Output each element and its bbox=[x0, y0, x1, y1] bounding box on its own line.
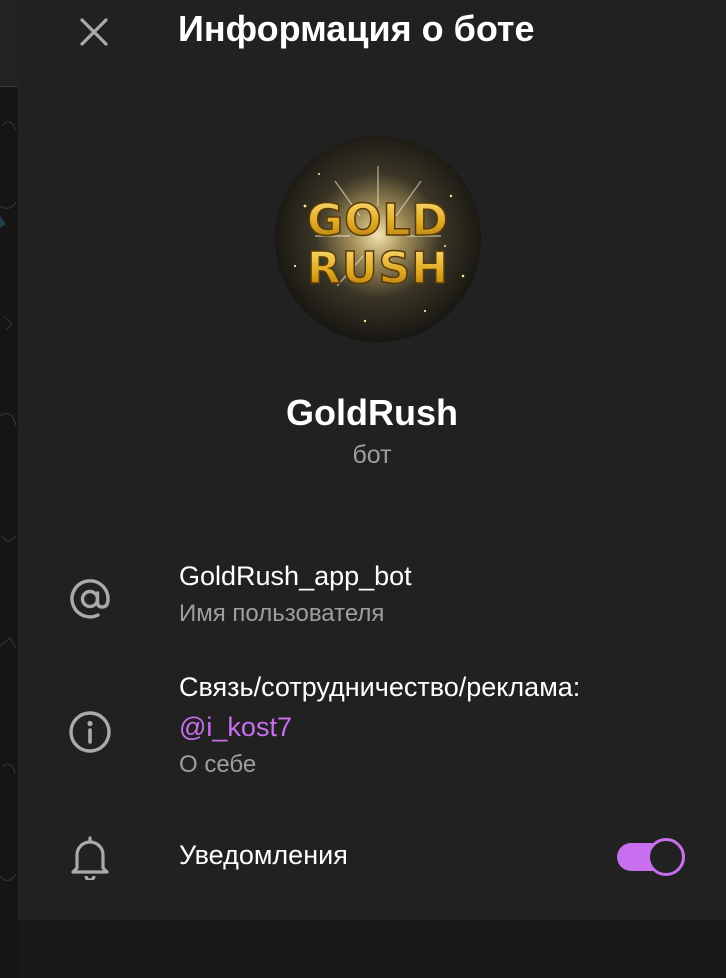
panel-footer bbox=[18, 920, 726, 978]
notifications-row[interactable]: Уведомления bbox=[179, 840, 348, 871]
about-label: О себе bbox=[179, 751, 257, 779]
at-icon bbox=[70, 579, 110, 619]
notifications-toggle[interactable] bbox=[617, 838, 687, 876]
bot-info-panel: Информация о боте GOLD RUSH GoldRush бот… bbox=[18, 0, 726, 920]
bot-name: GoldRush bbox=[286, 392, 458, 433]
notifications-row-icon bbox=[66, 833, 114, 881]
username-row[interactable]: GoldRush_app_bot Имя пользователя bbox=[179, 561, 412, 628]
close-button[interactable] bbox=[72, 10, 116, 54]
info-icon bbox=[69, 711, 111, 753]
notifications-label: Уведомления bbox=[179, 840, 348, 870]
about-row-icon bbox=[66, 708, 114, 756]
toggle-knob bbox=[647, 838, 685, 876]
about-text: Связь/сотрудничество/реклама: bbox=[179, 672, 581, 702]
svg-text:RUSH: RUSH bbox=[307, 243, 449, 294]
close-icon bbox=[80, 18, 108, 46]
username-value: GoldRush_app_bot bbox=[179, 561, 412, 591]
chat-background-pattern bbox=[0, 121, 17, 882]
page-title: Информация о боте bbox=[178, 8, 535, 49]
goldrush-logo: GOLD RUSH bbox=[275, 136, 481, 342]
chat-list-header-edge bbox=[0, 0, 18, 87]
about-row[interactable]: Связь/сотрудничество/реклама: @i_kost7 О… bbox=[179, 672, 580, 779]
bot-avatar[interactable]: GOLD RUSH bbox=[275, 136, 481, 342]
bell-icon bbox=[71, 836, 109, 880]
about-link[interactable]: @i_kost7 bbox=[179, 712, 580, 743]
svg-text:GOLD: GOLD bbox=[307, 195, 449, 246]
username-row-icon bbox=[66, 575, 114, 623]
bot-type: бот bbox=[352, 441, 392, 469]
username-label: Имя пользователя bbox=[179, 600, 385, 628]
chat-list-strip bbox=[0, 0, 18, 978]
